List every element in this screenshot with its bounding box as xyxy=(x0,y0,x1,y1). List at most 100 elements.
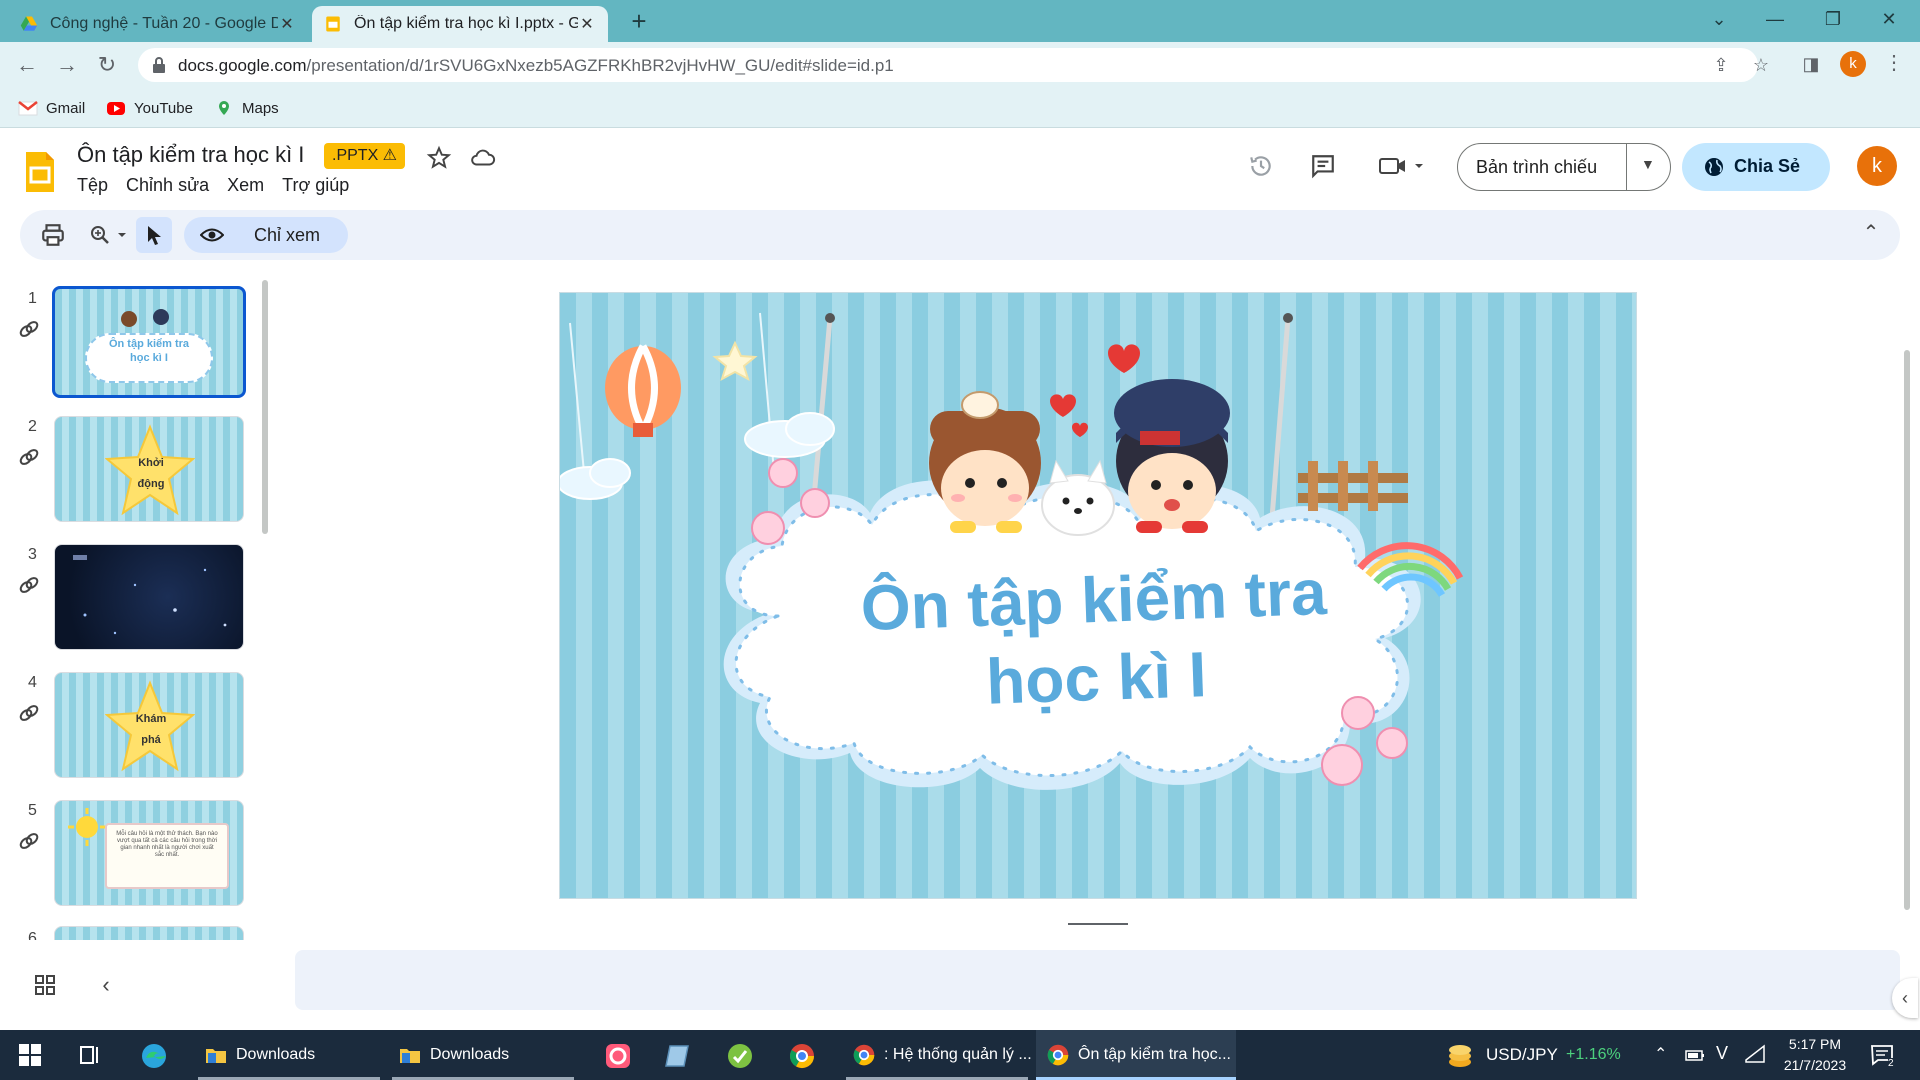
notification-count: 2 xyxy=(1888,1058,1894,1069)
task-view-icon[interactable] xyxy=(78,1044,102,1066)
print-icon[interactable] xyxy=(40,222,66,248)
view-only-button[interactable]: Chỉ xem xyxy=(184,217,348,253)
slide-number: 3 xyxy=(28,546,37,563)
select-tool-button[interactable] xyxy=(136,217,172,253)
notes-resize-handle[interactable] xyxy=(1068,923,1128,925)
slide-canvas[interactable]: Ôn tập kiểm tra học kì I xyxy=(559,292,1637,899)
windows-taskbar: Downloads Downloads : Hệ thống quản lý .… xyxy=(0,1030,1920,1080)
collapse-chevron-icon[interactable]: ⌃ xyxy=(1858,220,1884,246)
google-slides-logo-icon[interactable] xyxy=(24,150,56,194)
stock-ticker-icon[interactable] xyxy=(1446,1042,1474,1070)
new-tab-button[interactable]: + xyxy=(624,6,654,36)
taskbar-downloads-2[interactable]: Downloads xyxy=(392,1030,574,1080)
slide-thumbnail-5[interactable]: Mỗi câu hỏi là một thử thách. Bạn nào vư… xyxy=(54,800,244,906)
collapse-filmstrip-icon[interactable]: ‹ xyxy=(96,972,116,997)
notes-app-icon[interactable] xyxy=(664,1042,692,1070)
taskbar-downloads-1[interactable]: Downloads xyxy=(198,1030,380,1080)
chrome-icon[interactable] xyxy=(788,1042,816,1070)
menu-edit[interactable]: Chỉnh sửa xyxy=(126,175,209,199)
omnibox[interactable]: docs.google.com/presentation/d/1rSVU6GxN… xyxy=(138,48,1769,82)
battery-icon[interactable] xyxy=(1684,1046,1706,1064)
menu-view[interactable]: Xem xyxy=(227,175,264,199)
hanging-rope xyxy=(1269,317,1291,519)
close-window-button[interactable]: ✕ xyxy=(1866,0,1912,38)
windows-start-icon[interactable] xyxy=(18,1043,42,1067)
slide-thumbnail-6[interactable] xyxy=(54,926,244,940)
bookmark-maps[interactable]: Maps xyxy=(214,97,279,119)
bookmark-youtube[interactable]: YouTube xyxy=(106,97,193,119)
version-history-icon[interactable] xyxy=(1248,153,1274,179)
filmstrip-scrollbar[interactable] xyxy=(262,280,268,534)
heart-decoration xyxy=(1050,394,1076,417)
hanging-string xyxy=(569,322,586,484)
account-avatar[interactable]: k xyxy=(1857,146,1897,186)
address-bar-row: ← → ↻ docs.google.com/presentation/d/1rS… xyxy=(0,42,1920,88)
view-only-label: Chỉ xem xyxy=(254,225,321,245)
slide-number: 5 xyxy=(28,802,37,819)
tab-search-chevron-icon[interactable]: ⌄ xyxy=(1696,0,1742,38)
cloud-saved-icon[interactable] xyxy=(470,145,496,171)
menu-help[interactable]: Trợ giúp xyxy=(282,175,349,199)
link-icon[interactable] xyxy=(18,702,40,724)
slide-thumbnail-4[interactable]: Khám phá xyxy=(54,672,244,778)
globe-icon xyxy=(1705,158,1723,176)
photos-app-icon[interactable] xyxy=(604,1042,632,1070)
menu-kebab-icon[interactable]: ⋮ xyxy=(1884,50,1904,80)
rope-knot xyxy=(825,313,835,323)
tray-chevron-up-icon[interactable]: ⌃ xyxy=(1654,1044,1667,1064)
comments-icon[interactable] xyxy=(1310,153,1336,179)
side-panel-icon[interactable]: ◨ xyxy=(1800,54,1822,76)
link-icon[interactable] xyxy=(18,574,40,596)
green-app-icon[interactable] xyxy=(726,1042,754,1070)
link-icon[interactable] xyxy=(18,446,40,468)
link-icon[interactable] xyxy=(18,830,40,852)
forward-button[interactable]: → xyxy=(52,50,82,80)
bookmark-star-icon[interactable]: ☆ xyxy=(1750,55,1772,77)
taskbar-item-label: : Hệ thống quản lý ... xyxy=(884,1046,1032,1063)
caret-down-icon[interactable]: ▼ xyxy=(1641,156,1655,172)
browser-tab-drive[interactable]: Công nghệ - Tuần 20 - Google D ✕ xyxy=(8,6,308,42)
taskbar-item-label: Ôn tập kiểm tra học... xyxy=(1078,1046,1231,1063)
meet-video-icon[interactable] xyxy=(1378,153,1424,179)
browser-tab-slides[interactable]: Ôn tập kiểm tra học kì I.pptx - Gc ✕ xyxy=(312,6,608,42)
document-title[interactable]: Ôn tập kiểm tra học kì I xyxy=(77,142,304,168)
speaker-notes-panel[interactable] xyxy=(295,950,1900,1010)
taskbar-chrome-window-1[interactable]: : Hệ thống quản lý ... xyxy=(846,1030,1032,1080)
back-button[interactable]: ← xyxy=(12,50,42,80)
side-panel-toggle-icon[interactable]: ‹ xyxy=(1892,978,1918,1018)
grid-view-icon[interactable] xyxy=(34,974,56,996)
taskbar-chrome-window-2[interactable]: Ôn tập kiểm tra học... xyxy=(1036,1030,1236,1080)
link-icon[interactable] xyxy=(18,318,40,340)
folder-icon xyxy=(400,1049,420,1063)
folder-icon xyxy=(206,1049,226,1063)
slide-thumbnail-1[interactable]: Ôn tập kiểm tra học kì I xyxy=(52,286,246,398)
ticker-label[interactable]: USD/JPY xyxy=(1486,1045,1558,1065)
reload-button[interactable]: ↻ xyxy=(92,50,122,80)
pptx-badge[interactable]: .PPTX ⚠ xyxy=(324,143,406,169)
close-icon[interactable]: ✕ xyxy=(578,14,596,34)
profile-avatar[interactable]: k xyxy=(1840,51,1866,77)
system-clock[interactable]: 5:17 PM 21/7/2023 xyxy=(1770,1034,1860,1076)
bookmark-gmail[interactable]: Gmail xyxy=(18,97,85,119)
share-label: Chia Sẻ xyxy=(1734,156,1801,176)
editor-scrollbar[interactable] xyxy=(1904,350,1910,910)
bookmark-label: Maps xyxy=(242,99,279,117)
slide-thumbnail-2[interactable]: Khởi động xyxy=(54,416,244,522)
slide-number: 6 xyxy=(28,930,37,940)
edge-icon[interactable] xyxy=(140,1042,168,1070)
share-page-icon[interactable]: ⇪ xyxy=(1710,55,1732,77)
star-icon[interactable] xyxy=(426,145,452,171)
maximize-button[interactable]: ❐ xyxy=(1810,0,1856,38)
divider xyxy=(1626,144,1627,190)
close-icon[interactable]: ✕ xyxy=(278,14,296,34)
menu-file[interactable]: Tệp xyxy=(77,175,108,199)
slideshow-button[interactable]: Bản trình chiếu ▼ xyxy=(1457,143,1671,191)
slide-title: Ôn tập kiểm tra học kì I xyxy=(767,550,1422,729)
slide-thumbnail-3[interactable] xyxy=(54,544,244,650)
minimize-button[interactable]: — xyxy=(1752,0,1798,38)
lock-icon xyxy=(153,57,165,73)
share-button[interactable]: Chia Sẻ xyxy=(1682,143,1830,191)
zoom-icon[interactable] xyxy=(88,222,132,248)
wifi-icon[interactable] xyxy=(1744,1044,1766,1064)
vpn-icon[interactable]: V xyxy=(1716,1043,1728,1064)
